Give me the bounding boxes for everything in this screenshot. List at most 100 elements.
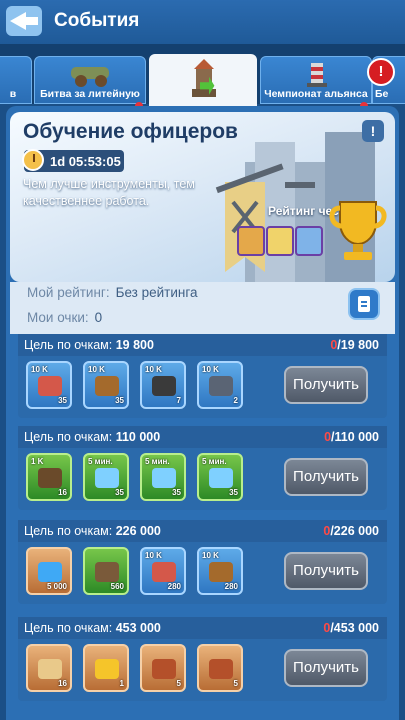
- my-points-label: Мои очки:: [27, 310, 89, 325]
- reward-count: 35: [172, 488, 181, 497]
- notes-icon[interactable]: [348, 288, 380, 320]
- scroll-icon: [38, 659, 62, 679]
- tab-alliance-championship[interactable]: Чемпионат альянса: [260, 56, 372, 104]
- key-badge-icon[interactable]: [266, 226, 294, 256]
- reward-amount: 10 K: [145, 551, 162, 560]
- my-stats: Мой рейтинг: Без рейтинга Мои очки: 0: [10, 282, 395, 334]
- wood-icon: [209, 562, 233, 582]
- reward-amount: 10 K: [202, 365, 219, 374]
- reward-count: 7: [176, 396, 181, 405]
- goal-target: 453 000: [115, 621, 161, 635]
- event-tabs: в Битва за литейную Чемпионат альянса Бе: [0, 44, 405, 110]
- cannon-icon: [71, 67, 109, 87]
- claim-button[interactable]: Получить: [284, 458, 368, 496]
- reward-count: 16: [58, 679, 67, 688]
- tower-icon: [192, 59, 216, 97]
- my-points-value: 0: [94, 310, 103, 325]
- reward-amount: 10 K: [88, 365, 105, 374]
- event-title: Обучение офицеров: [23, 120, 238, 143]
- gem-icon: [38, 562, 62, 582]
- tab-foundry-battle[interactable]: Битва за литейную: [34, 56, 146, 104]
- book-icon: [152, 659, 176, 679]
- goal-header: Цель по очкам: 110 000 0/110 000: [18, 426, 387, 448]
- goal-target: 19 800: [115, 338, 154, 352]
- tab-officer-training[interactable]: [149, 54, 257, 108]
- reward-amount: 1 K: [31, 457, 44, 466]
- reward-item[interactable]: 10 K 280: [140, 547, 186, 595]
- goal-label: Цель по очкам:: [24, 621, 113, 635]
- reward-item[interactable]: 1: [83, 644, 129, 692]
- book-icon: [209, 659, 233, 679]
- reward-count: 560: [110, 582, 124, 591]
- goal-label: Цель по очкам:: [24, 524, 113, 538]
- alert-icon[interactable]: !: [367, 58, 395, 86]
- reward-amount: 10 K: [31, 365, 48, 374]
- reward-count: 5: [176, 679, 181, 688]
- claim-button[interactable]: Получить: [284, 366, 368, 404]
- goal-header: Цель по очкам: 453 000 0/453 000: [18, 617, 387, 639]
- reward-count: 1: [119, 679, 124, 688]
- goal-header: Цель по очкам: 226 000 0/226 000: [18, 520, 387, 542]
- reward-item[interactable]: 560: [83, 547, 129, 595]
- goal-progress-current: 0: [324, 430, 332, 444]
- chest-icon: [95, 562, 119, 582]
- wood-icon: [95, 376, 119, 396]
- help-button[interactable]: !: [362, 120, 384, 142]
- coal-icon: [152, 376, 176, 396]
- reward-item[interactable]: 5 000: [26, 547, 72, 595]
- reward-item[interactable]: 16: [26, 644, 72, 692]
- reward-count: 35: [229, 488, 238, 497]
- goal-card: Цель по очкам: 110 000 0/110 000 1 K 16 5 ми…: [18, 426, 387, 510]
- reward-item[interactable]: 1 K 16: [26, 453, 72, 501]
- honor-badge-icon[interactable]: [237, 226, 265, 256]
- goal-progress-total: /453 000: [330, 621, 379, 635]
- goal-progress: 0/110 000: [324, 430, 379, 444]
- reward-item[interactable]: 10 K 35: [83, 361, 129, 409]
- timer-text: 1d 05:53:05: [50, 154, 121, 169]
- meat-icon: [38, 376, 62, 396]
- goal-card: Цель по очкам: 453 000 0/453 000 16 1 5 5 Полу…: [18, 617, 387, 701]
- my-rank-value: Без рейтинга: [115, 285, 198, 300]
- reward-item[interactable]: 5 мин. 35: [197, 453, 243, 501]
- my-rank-label: Мой рейтинг:: [27, 285, 110, 300]
- page-title: События: [54, 10, 140, 31]
- goal-target: 226 000: [115, 524, 161, 538]
- reward-item[interactable]: 5: [140, 644, 186, 692]
- reward-item[interactable]: 5 мин. 35: [140, 453, 186, 501]
- pillar-icon: [307, 63, 327, 87]
- goal-label: Цель по очкам:: [24, 338, 113, 352]
- reward-item[interactable]: 10 K 35: [26, 361, 72, 409]
- reward-count: 280: [167, 582, 181, 591]
- tab-partial-left[interactable]: в: [0, 56, 32, 104]
- reward-item[interactable]: 10 K 7: [140, 361, 186, 409]
- gold-card-icon: [95, 659, 119, 679]
- goal-progress: 0/226 000: [323, 524, 379, 538]
- reward-count: 35: [58, 396, 67, 405]
- sword-badge-icon[interactable]: [295, 226, 323, 256]
- goal-progress: 0/453 000: [323, 621, 379, 635]
- reward-count: 35: [115, 488, 124, 497]
- goal-card: Цель по очкам: 226 000 0/226 000 5 000 560 1…: [18, 520, 387, 604]
- tab-label: Битва за литейную: [40, 88, 140, 100]
- reward-item[interactable]: 5 мин. 35: [83, 453, 129, 501]
- top-bar: События: [0, 0, 405, 45]
- reward-item[interactable]: 10 K 280: [197, 547, 243, 595]
- goal-target: 110 000: [115, 430, 161, 444]
- goal-label: Цель по очкам:: [24, 430, 113, 444]
- claim-button[interactable]: Получить: [284, 649, 368, 687]
- iron-icon: [209, 376, 233, 396]
- trophy-cup-icon[interactable]: [328, 196, 388, 266]
- reward-item[interactable]: 5: [197, 644, 243, 692]
- speedup-icon: [209, 468, 233, 488]
- reward-count: 35: [115, 396, 124, 405]
- goal-progress: 0/19 800: [330, 338, 379, 352]
- reward-count: 2: [233, 396, 238, 405]
- speedup-icon: [152, 468, 176, 488]
- reward-count: 5 000: [46, 582, 67, 591]
- goal-card: Цель по очкам: 19 800 0/19 800 10 K 35 10 K 3…: [18, 334, 387, 418]
- back-arrow-icon[interactable]: [6, 6, 42, 36]
- claim-button[interactable]: Получить: [284, 552, 368, 590]
- goal-progress-total: /19 800: [337, 338, 379, 352]
- reward-item[interactable]: 10 K 2: [197, 361, 243, 409]
- goal-progress-total: /226 000: [330, 524, 379, 538]
